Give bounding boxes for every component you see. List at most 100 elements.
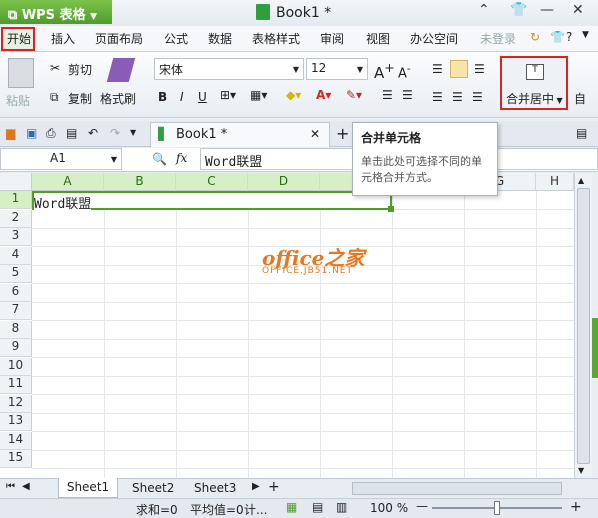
sheet-tab-2[interactable]: Sheet2 bbox=[132, 481, 174, 495]
increase-font-icon[interactable]: A+ bbox=[374, 60, 395, 82]
name-box[interactable]: A1 ▼ bbox=[0, 148, 122, 170]
zoom-search-icon[interactable]: 🔍 bbox=[152, 152, 167, 166]
clear-format-icon[interactable]: ✎▾ bbox=[346, 88, 362, 102]
merge-center-button[interactable]: 合并居中 ▼ bbox=[506, 90, 563, 107]
bold-button[interactable]: B bbox=[158, 90, 167, 104]
tab-page-layout[interactable]: 页面布局 bbox=[95, 30, 143, 47]
row-header[interactable]: 7 bbox=[0, 302, 32, 320]
indent-icon[interactable]: ☰ bbox=[382, 88, 393, 102]
align-right-icon[interactable]: ☰ bbox=[472, 90, 483, 104]
paste-icon[interactable] bbox=[8, 58, 34, 88]
shirt-icon[interactable]: 👕 bbox=[550, 30, 565, 44]
decrease-font-icon[interactable]: A- bbox=[398, 62, 411, 81]
column-header-a[interactable]: A bbox=[32, 173, 104, 191]
font-size-select[interactable]: 12 ▼ bbox=[306, 58, 368, 80]
scroll-thumb[interactable] bbox=[577, 188, 590, 464]
redo-icon[interactable]: ↷ bbox=[110, 126, 120, 140]
auto-wrap-button[interactable]: 自 bbox=[574, 90, 586, 107]
collapse-ribbon-icon[interactable]: ⌃ bbox=[478, 2, 490, 18]
column-header-b[interactable]: B bbox=[104, 173, 176, 191]
border-icon[interactable]: ⊞▾ bbox=[220, 88, 236, 102]
align-top-icon[interactable]: ☰ bbox=[432, 62, 443, 76]
row-header[interactable]: 10 bbox=[0, 357, 32, 376]
row-header[interactable]: 8 bbox=[0, 320, 32, 339]
font-color-icon[interactable]: A▾ bbox=[316, 88, 331, 102]
zoom-out-icon[interactable]: — bbox=[416, 499, 428, 513]
scroll-up-icon[interactable]: ▲ bbox=[578, 176, 584, 185]
cell-a1[interactable]: Word联盟 bbox=[34, 193, 92, 212]
close-tab-icon[interactable]: ✕ bbox=[310, 127, 320, 141]
column-header-c[interactable]: C bbox=[176, 173, 248, 191]
new-tab-icon[interactable]: + bbox=[336, 124, 349, 143]
spreadsheet-grid[interactable] bbox=[0, 173, 578, 478]
fill-handle[interactable] bbox=[388, 206, 394, 212]
app-menu-button[interactable]: ⧉ WPS 表格 ▼ bbox=[0, 0, 112, 24]
underline-button[interactable]: U bbox=[198, 90, 207, 104]
row-header[interactable]: 1 bbox=[0, 191, 32, 209]
side-panel-handle[interactable] bbox=[592, 318, 598, 378]
close-button[interactable]: ✕ bbox=[572, 2, 584, 18]
row-header[interactable]: 9 bbox=[0, 339, 32, 357]
italic-button[interactable]: I bbox=[180, 90, 184, 104]
row-header[interactable]: 14 bbox=[0, 431, 32, 450]
add-sheet-icon[interactable]: + bbox=[268, 479, 280, 495]
row-header[interactable]: 12 bbox=[0, 394, 32, 413]
tab-table-style[interactable]: 表格样式 bbox=[252, 30, 300, 47]
skin-icon[interactable]: 👕 bbox=[510, 2, 527, 18]
outdent-icon[interactable]: ☰ bbox=[402, 88, 413, 102]
column-header-h[interactable]: H bbox=[536, 173, 574, 191]
horizontal-scrollbar[interactable] bbox=[352, 482, 562, 495]
save-icon[interactable]: ▣ bbox=[26, 126, 37, 140]
copy-button[interactable]: 复制 bbox=[68, 90, 92, 107]
tab-list-icon[interactable]: ▤ bbox=[576, 126, 587, 140]
tab-view[interactable]: 视图 bbox=[366, 30, 390, 47]
align-middle-icon[interactable] bbox=[450, 60, 468, 78]
row-header[interactable]: 13 bbox=[0, 413, 32, 431]
tab-formula[interactable]: 公式 bbox=[164, 30, 188, 47]
row-header[interactable]: 3 bbox=[0, 228, 32, 246]
fill-color-icon[interactable]: ◆▾ bbox=[286, 88, 301, 102]
row-header[interactable]: 2 bbox=[0, 209, 32, 228]
sync-icon[interactable]: ↻ bbox=[530, 30, 540, 44]
row-header[interactable]: 5 bbox=[0, 265, 32, 283]
next-sheet-icon[interactable]: ▶ bbox=[252, 481, 260, 492]
row-header[interactable]: 4 bbox=[0, 246, 32, 265]
row-header[interactable]: 11 bbox=[0, 376, 32, 394]
scroll-down-icon[interactable]: ▼ bbox=[578, 466, 584, 475]
tab-insert[interactable]: 插入 bbox=[51, 30, 75, 47]
column-header-d[interactable]: D bbox=[248, 173, 320, 191]
tab-data[interactable]: 数据 bbox=[208, 30, 232, 47]
paste-button[interactable]: 粘贴 bbox=[6, 92, 30, 109]
tab-office-space[interactable]: 办公空间 bbox=[410, 30, 458, 47]
first-sheet-icon[interactable]: ⏮ bbox=[6, 481, 15, 492]
minimize-button[interactable]: — bbox=[540, 2, 554, 18]
row-header[interactable]: 15 bbox=[0, 450, 32, 468]
row-header[interactable]: 6 bbox=[0, 283, 32, 302]
fx-icon[interactable]: fx bbox=[176, 151, 187, 165]
zoom-level[interactable]: 100 % bbox=[370, 501, 408, 515]
new-file-icon[interactable]: ▆ bbox=[6, 126, 15, 140]
undo-icon[interactable]: ↶ bbox=[88, 126, 98, 140]
document-tab-label[interactable]: Book1 * bbox=[176, 127, 227, 142]
chevron-down-icon[interactable]: ▼ bbox=[130, 128, 136, 137]
print-preview-icon[interactable]: ▤ bbox=[66, 126, 77, 140]
align-center-icon[interactable]: ☰ bbox=[452, 90, 463, 104]
help-icon[interactable]: ? bbox=[566, 30, 572, 44]
align-left-icon[interactable]: ☰ bbox=[432, 90, 443, 104]
sheet-tab-1[interactable]: Sheet1 bbox=[58, 478, 118, 498]
prev-sheet-icon[interactable]: ◀ bbox=[22, 481, 30, 492]
normal-view-icon[interactable]: ▦ bbox=[286, 500, 297, 514]
page-layout-view-icon[interactable]: ▤ bbox=[312, 500, 323, 514]
print-icon[interactable]: ⎙ bbox=[46, 126, 56, 141]
font-name-select[interactable]: 宋体 ▼ bbox=[154, 58, 304, 80]
tab-review[interactable]: 审阅 bbox=[320, 30, 344, 47]
align-bottom-icon[interactable]: ☰ bbox=[474, 62, 485, 76]
zoom-slider-thumb[interactable] bbox=[494, 501, 500, 515]
page-break-view-icon[interactable]: ▥ bbox=[336, 500, 347, 514]
merge-cells-icon[interactable]: ▦▾ bbox=[250, 88, 267, 102]
login-status[interactable]: 未登录 bbox=[480, 30, 516, 47]
format-painter-button[interactable]: 格式刷 bbox=[100, 90, 136, 107]
select-all-corner[interactable] bbox=[0, 173, 32, 191]
chevron-down-icon[interactable]: ▼ bbox=[582, 30, 589, 40]
tab-start[interactable]: 开始 bbox=[7, 30, 31, 47]
